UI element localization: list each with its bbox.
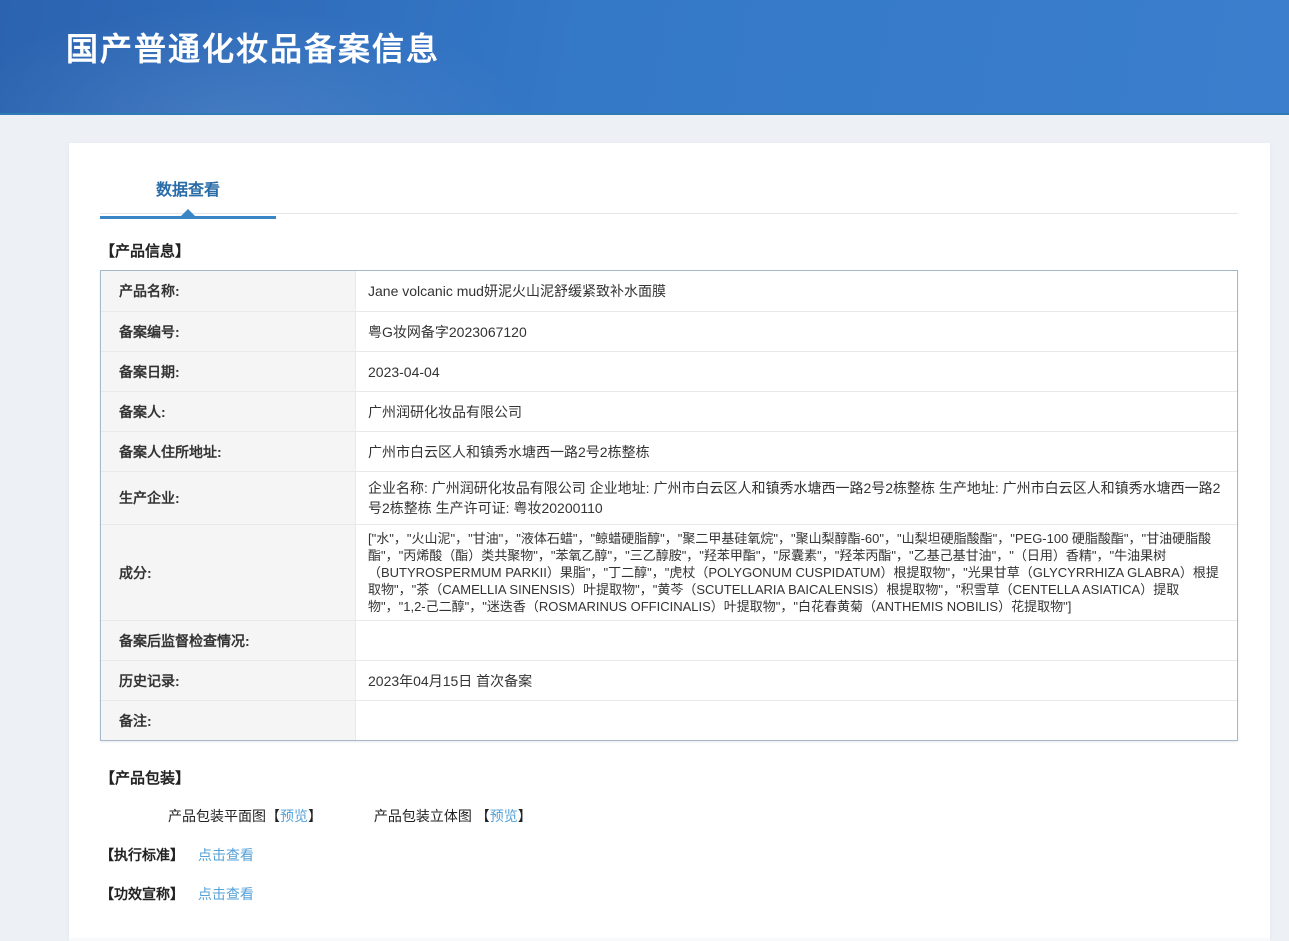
row-label: 生产企业: <box>101 472 356 524</box>
row-label: 备案编号: <box>101 312 356 351</box>
row-label: 产品名称: <box>101 271 356 311</box>
row-label: 备案人住所地址: <box>101 432 356 471</box>
row-registrant-address: 备案人住所地址: 广州市白云区人和镇秀水塘西一路2号2栋整栋 <box>101 431 1237 471</box>
row-product-name: 产品名称: Jane volcanic mud妍泥火山泥舒缓紧致补水面膜 <box>101 271 1237 311</box>
page-header: 国产普通化妆品备案信息 <box>0 0 1289 115</box>
tab-data-view-label: 数据查看 <box>156 182 220 199</box>
row-value: Jane volcanic mud妍泥火山泥舒缓紧致补水面膜 <box>356 271 1237 311</box>
row-registrant: 备案人: 广州润研化妆品有限公司 <box>101 391 1237 431</box>
packaging-stereo-preview-link[interactable]: 预览 <box>490 808 518 824</box>
packaging-stereo-bracket: 】 <box>518 808 532 824</box>
row-label: 成分: <box>101 525 356 620</box>
row-ingredients: 成分: ["水"，"火山泥"，"甘油"，"液体石蜡"，"鲸蜡硬脂醇"，"聚二甲基… <box>101 524 1237 620</box>
row-label: 备案后监督检查情况: <box>101 621 356 660</box>
execution-standard-label: 【执行标准】 <box>100 847 184 863</box>
row-record-date: 备案日期: 2023-04-04 <box>101 351 1237 391</box>
packaging-flat-label: 产品包装平面图【 <box>168 808 280 824</box>
row-record-number: 备案编号: 粤G妆网备字2023067120 <box>101 311 1237 351</box>
row-history: 历史记录: 2023年04月15日 首次备案 <box>101 660 1237 700</box>
row-label: 历史记录: <box>101 661 356 700</box>
row-label: 备案人: <box>101 392 356 431</box>
product-info-table: 产品名称: Jane volcanic mud妍泥火山泥舒缓紧致补水面膜 备案编… <box>100 270 1238 741</box>
content-card: 数据查看 【产品信息】 产品名称: Jane volcanic mud妍泥火山泥… <box>69 143 1270 938</box>
row-value: ["水"，"火山泥"，"甘油"，"液体石蜡"，"鲸蜡硬脂醇"，"聚二甲基硅氧烷"… <box>356 525 1237 620</box>
row-value: 2023-04-04 <box>356 352 1237 391</box>
content-wrap: 数据查看 【产品信息】 产品名称: Jane volcanic mud妍泥火山泥… <box>69 143 1270 938</box>
row-supervision-check: 备案后监督检查情况: <box>101 620 1237 660</box>
packaging-flat-item: 产品包装平面图【预览】 <box>168 808 326 824</box>
row-manufacturer: 生产企业: 企业名称: 广州润研化妆品有限公司 企业地址: 广州市白云区人和镇秀… <box>101 471 1237 524</box>
row-value: 广州市白云区人和镇秀水塘西一路2号2栋整栋 <box>356 432 1237 471</box>
row-value: 广州润研化妆品有限公司 <box>356 392 1237 431</box>
tab-data-view[interactable]: 数据查看 <box>100 176 276 219</box>
section-title-product-info: 【产品信息】 <box>100 240 1238 261</box>
packaging-links-line: 产品包装平面图【预览】 产品包装立体图 【预览】 <box>168 806 1238 826</box>
row-value: 粤G妆网备字2023067120 <box>356 312 1237 351</box>
packaging-flat-preview-link[interactable]: 预览 <box>280 808 308 824</box>
row-label: 备注: <box>101 701 356 740</box>
packaging-stereo-label: 产品包装立体图 【 <box>374 808 490 824</box>
section-title-packaging: 【产品包装】 <box>100 767 1238 788</box>
efficacy-claim-view-link[interactable]: 点击查看 <box>198 886 254 902</box>
efficacy-claim-line: 【功效宣称】 点击查看 <box>100 884 1238 904</box>
execution-standard-view-link[interactable]: 点击查看 <box>198 847 254 863</box>
row-value: 企业名称: 广州润研化妆品有限公司 企业地址: 广州市白云区人和镇秀水塘西一路2… <box>356 472 1237 524</box>
row-remarks: 备注: <box>101 700 1237 740</box>
packaging-flat-bracket: 】 <box>308 808 322 824</box>
efficacy-claim-label: 【功效宣称】 <box>100 886 184 902</box>
row-value <box>356 621 1237 660</box>
row-value: 2023年04月15日 首次备案 <box>356 661 1237 700</box>
page-title: 国产普通化妆品备案信息 <box>0 0 1289 70</box>
packaging-stereo-item: 产品包装立体图 【预览】 <box>374 808 532 824</box>
tab-bar: 数据查看 <box>100 175 1238 214</box>
execution-standard-line: 【执行标准】 点击查看 <box>100 845 1238 865</box>
row-label: 备案日期: <box>101 352 356 391</box>
row-value <box>356 701 1237 740</box>
